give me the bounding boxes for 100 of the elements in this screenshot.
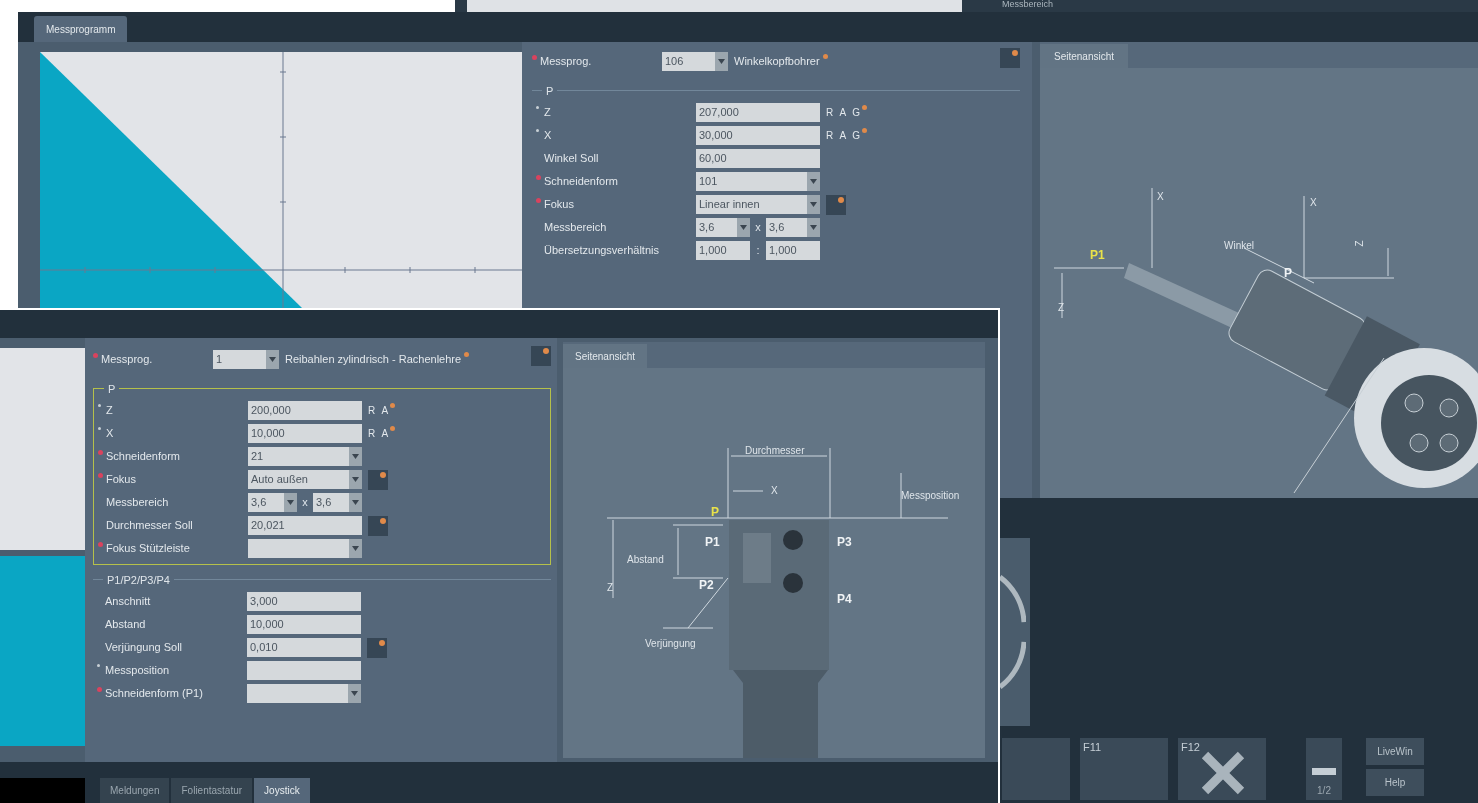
diagram-label: Abstand — [627, 553, 664, 567]
field-label: Z — [106, 403, 113, 419]
diagram-label: P4 — [837, 591, 852, 608]
caret-icon — [807, 172, 820, 191]
caret-icon — [284, 493, 297, 512]
diagram-label: X — [771, 484, 778, 498]
field-label: Z — [544, 105, 551, 121]
function-key[interactable]: F11 — [1080, 738, 1168, 800]
caret-icon — [807, 195, 820, 214]
field-label: Messbereich — [1002, 0, 1054, 11]
diagram-label: P — [711, 504, 719, 521]
field-label: Messprog. — [540, 53, 592, 69]
field-label: X — [106, 426, 114, 442]
field-label: Durchmesser Soll — [106, 518, 193, 534]
diagram-label: P — [1284, 265, 1292, 282]
field-label: Schneidenform (P1) — [105, 686, 203, 702]
input-field[interactable]: 10,000 — [248, 424, 362, 443]
field-label: Messbereich — [106, 495, 169, 511]
caret-icon — [349, 539, 362, 558]
window-tab[interactable]: Messprogramm — [34, 16, 128, 42]
field-label: Messposition — [105, 663, 170, 679]
input-field[interactable]: 20,021 — [248, 516, 362, 535]
diagram-label: Durchmesser — [745, 444, 805, 458]
input-field[interactable]: 207,000 — [696, 103, 820, 122]
option-button[interactable] — [367, 637, 387, 658]
diagram-label: Messposition — [901, 489, 960, 503]
dropdown-field[interactable]: 106 — [662, 51, 728, 71]
input-field[interactable]: 60,00 — [696, 149, 820, 168]
input-field[interactable]: 3,000 — [247, 592, 361, 611]
panel-tab[interactable]: Seitenansicht — [1040, 44, 1129, 68]
page-indicator[interactable]: 1/2 — [1306, 738, 1342, 800]
dropdown-field[interactable]: 3,6 — [248, 493, 297, 512]
field-label: Fokus Stützleiste — [106, 541, 190, 557]
panel-tab[interactable]: Seitenansicht — [563, 344, 648, 368]
diagram-label: X — [1157, 190, 1164, 204]
dropdown-field[interactable]: 3,6 — [313, 493, 362, 512]
diagram-label: P1 — [705, 534, 720, 551]
caret-icon — [349, 493, 362, 512]
bottom-tab[interactable]: Meldungen — [100, 778, 170, 803]
field-label: Anschnitt — [105, 594, 151, 610]
field-label: Fokus — [106, 472, 136, 488]
input-field[interactable]: 0,010 — [247, 638, 361, 657]
dropdown-field[interactable] — [248, 539, 362, 558]
diagram-label: Verjüngung — [645, 637, 696, 651]
keyboard-icon — [1312, 768, 1336, 775]
program-name: Reibahlen zylindrisch - Rachenlehre — [285, 351, 462, 367]
dropdown-field[interactable] — [247, 684, 361, 703]
diagram-label: Z — [1352, 240, 1366, 247]
dropdown-field[interactable]: 1 — [213, 349, 279, 369]
field-label: Messbereich — [544, 220, 607, 236]
field-label: Fokus — [544, 197, 574, 213]
diagram-label: P1 — [1090, 247, 1105, 264]
caret-icon — [715, 51, 728, 71]
field-label: Abstand — [105, 617, 146, 633]
field-label: Übersetzungsverhältnis — [544, 243, 659, 259]
caret-icon — [737, 218, 750, 237]
bottom-tab[interactable]: Folientastatur — [171, 778, 253, 803]
option-button[interactable] — [368, 469, 388, 490]
separator-text: x — [301, 495, 309, 511]
option-button[interactable] — [368, 515, 388, 536]
dropdown-field[interactable]: 3,6 — [766, 218, 820, 237]
side-button[interactable]: Help — [1366, 769, 1424, 796]
bottom-tab[interactable]: Joystick — [254, 778, 310, 803]
separator-text: : — [755, 243, 761, 259]
input-field[interactable]: 10,000 — [247, 615, 361, 634]
field-label: Winkel Soll — [544, 151, 599, 167]
caret-icon — [266, 349, 279, 369]
field-label: Schneidenform — [106, 449, 180, 465]
diagram-label: X — [1310, 196, 1317, 210]
input-field[interactable]: 1,000 — [766, 241, 820, 260]
diagram-label: Winkel — [1224, 239, 1254, 253]
option-button[interactable] — [1000, 47, 1020, 68]
caret-icon — [348, 684, 361, 703]
input-field[interactable]: 30,000 — [696, 126, 820, 145]
option-button[interactable] — [531, 345, 551, 366]
unit-label: R A G — [826, 129, 863, 143]
function-key[interactable]: F12 — [1178, 738, 1266, 800]
input-field[interactable] — [247, 661, 361, 680]
dropdown-field[interactable]: 101 — [696, 172, 820, 191]
dropdown-field[interactable]: Auto außen — [248, 470, 362, 489]
caret-icon — [807, 218, 820, 237]
option-button[interactable] — [826, 194, 846, 215]
dropdown-field[interactable]: 3,6 — [696, 218, 750, 237]
diagram-label: P3 — [837, 534, 852, 551]
dropdown-field[interactable]: 21 — [248, 447, 362, 466]
field-label: Verjüngung Soll — [105, 640, 183, 656]
close-icon — [1200, 750, 1246, 796]
diagram-label: Z — [607, 581, 614, 595]
field-label: Schneidenform — [544, 174, 618, 190]
unit-label: R A — [368, 427, 391, 441]
input-field[interactable]: 1,000 — [696, 241, 750, 260]
diagram-label: Z — [1058, 301, 1065, 315]
input-field[interactable]: 200,000 — [248, 401, 362, 420]
unit-label: R A G — [826, 106, 863, 120]
separator-text: x — [754, 220, 762, 236]
field-label: X — [544, 128, 552, 144]
diagram-label: P2 — [699, 577, 714, 594]
unit-label: R A — [368, 404, 391, 418]
side-button[interactable]: LiveWin — [1366, 738, 1424, 765]
dropdown-field[interactable]: Linear innen — [696, 195, 820, 214]
